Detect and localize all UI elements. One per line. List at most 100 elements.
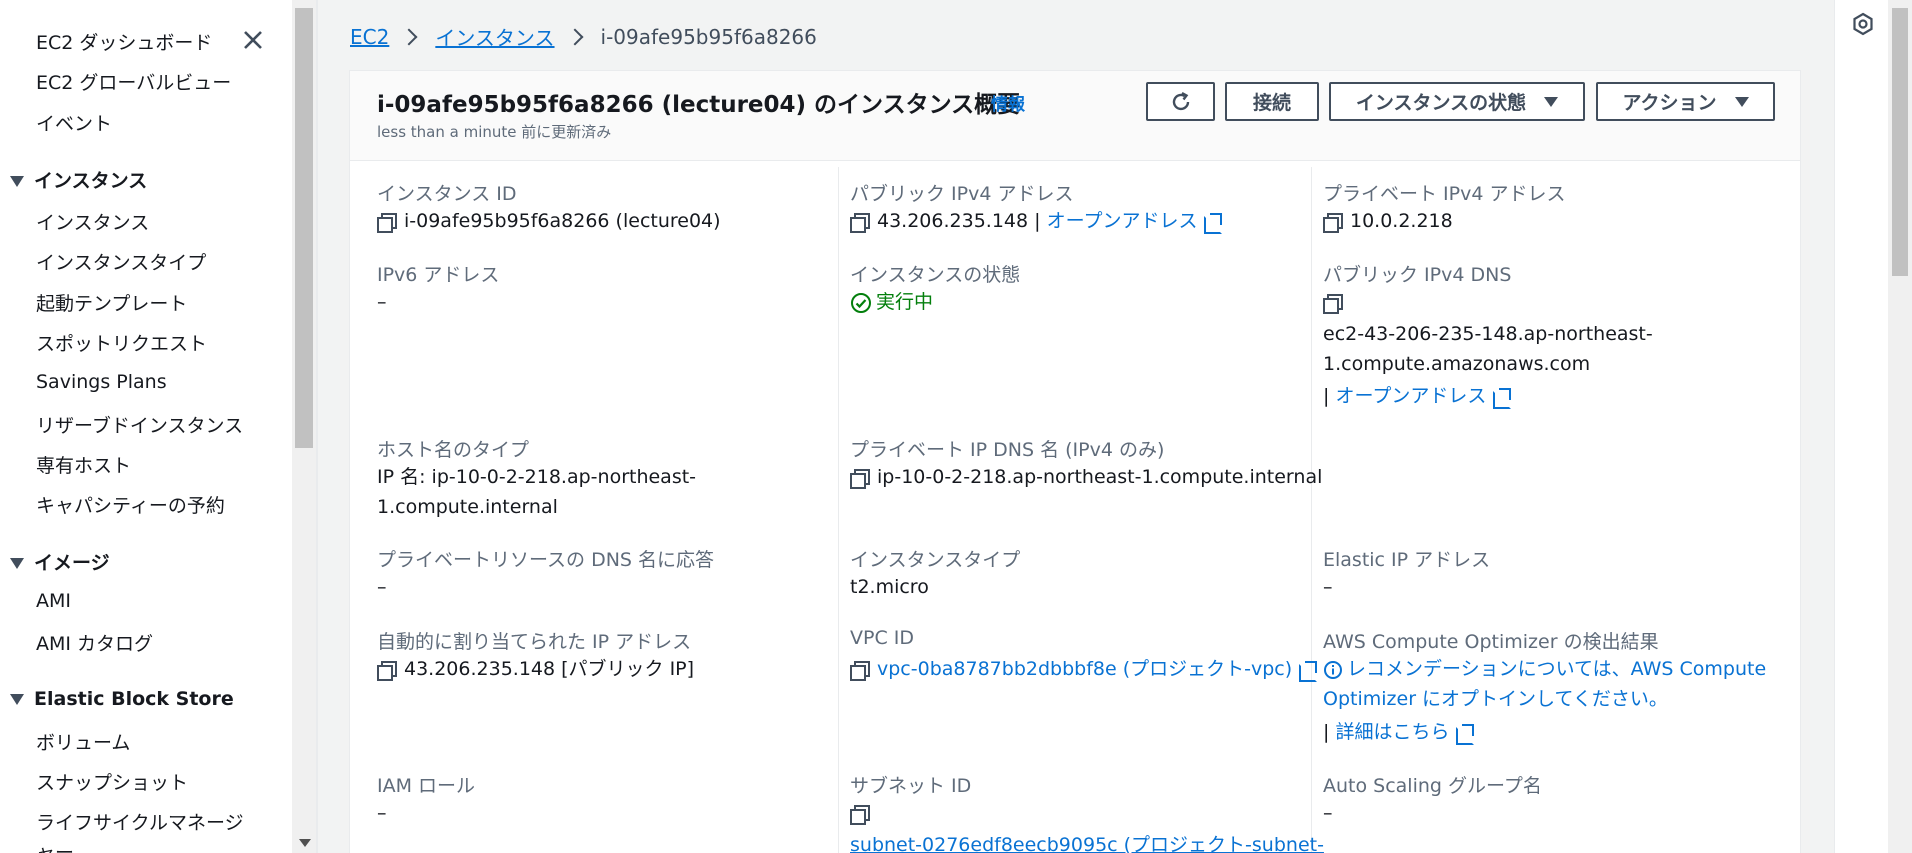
refresh-icon	[1172, 91, 1189, 110]
external-link-icon[interactable]	[1298, 660, 1318, 682]
instance-type-label: インスタンスタイプ	[850, 549, 1021, 571]
chevron-right-icon	[400, 28, 418, 45]
actions-button[interactable]: アクション	[1596, 82, 1775, 121]
optimizer-text: レコメンデーションについては、AWS Compute	[1347, 658, 1767, 680]
hostname-type-label: ホスト名のタイプ	[377, 439, 530, 461]
settings-hex-icon[interactable]	[1851, 12, 1875, 36]
caret-down-icon	[1734, 96, 1749, 107]
nav-ec2-dashboard[interactable]: EC2 ダッシュボード	[36, 28, 212, 55]
nav-spot-requests[interactable]: スポットリクエスト	[36, 329, 207, 356]
breadcrumb-instances[interactable]: インスタンス	[435, 22, 554, 51]
instance-state-value: 実行中	[850, 287, 933, 317]
nav-ami[interactable]: AMI	[36, 590, 71, 612]
ipv6-label: IPv6 アドレス	[377, 264, 500, 286]
close-icon[interactable]	[239, 26, 267, 54]
optimizer-message-line2: Optimizer にオプトインしてください。	[1323, 688, 1668, 710]
copy-icon[interactable]	[850, 213, 870, 233]
external-link-icon[interactable]	[1455, 723, 1475, 745]
chevron-right-icon	[566, 28, 584, 45]
private-dns-label: プライベート IP DNS 名 (IPv4 のみ)	[850, 439, 1165, 461]
private-ipv4-label: プライベート IPv4 アドレス	[1323, 183, 1566, 205]
nav-capacity-reservations[interactable]: キャパシティーの予約	[36, 491, 225, 518]
vpc-id-label: VPC ID	[850, 627, 914, 649]
status-success-icon	[851, 292, 871, 313]
learn-more-link[interactable]: 詳細はこちら	[1335, 721, 1449, 743]
copy-icon[interactable]	[1323, 213, 1343, 233]
sidebar-scrollbar[interactable]	[292, 0, 316, 853]
asg-label: Auto Scaling グループ名	[1323, 775, 1542, 797]
caret-down-icon	[1544, 96, 1559, 107]
auto-ip-value: 43.206.235.148 [パブリック IP]	[377, 654, 694, 684]
private-dns-value: ip-10-0-2-218.ap-northeast-1.compute.int…	[850, 462, 1322, 492]
nav-events[interactable]: イベント	[36, 109, 112, 136]
nav-section-images[interactable]: イメージ	[10, 548, 110, 575]
page-scrollbar-thumb[interactable]	[1892, 8, 1908, 276]
instance-id-text: i-09afe95b95f6a8266 (lecture04)	[404, 210, 721, 232]
hostname-type-value-line2: 1.compute.internal	[377, 496, 558, 518]
open-address-link[interactable]: オープンアドレス	[1047, 210, 1198, 232]
copy-icon[interactable]	[1323, 294, 1343, 314]
instance-state-label: インスタンスの状態	[850, 264, 1021, 286]
instance-summary-panel: i-09afe95b95f6a8266 (lecture04) のインスタンス概…	[349, 70, 1801, 853]
instance-state-label: インスタンスの状態	[1355, 92, 1527, 114]
nav-launch-templates[interactable]: 起動テンプレート	[36, 289, 187, 316]
iam-role-value: –	[377, 802, 387, 824]
public-dns-value-line1: ec2-43-206-235-148.ap-northeast-	[1323, 323, 1653, 345]
private-dns-text: ip-10-0-2-218.ap-northeast-1.compute.int…	[877, 466, 1323, 488]
instance-state-button[interactable]: インスタンスの状態	[1329, 82, 1585, 121]
sidebar-scrollbar-thumb[interactable]	[295, 8, 313, 448]
public-dns-copy	[1323, 287, 1350, 317]
instance-id-value: i-09afe95b95f6a8266 (lecture04)	[377, 206, 721, 236]
private-ipv4-text: 10.0.2.218	[1350, 210, 1453, 232]
page-scrollbar[interactable]	[1888, 0, 1912, 853]
optimizer-message-line1: レコメンデーションについては、AWS Compute	[1323, 654, 1766, 684]
connect-button[interactable]: 接続	[1225, 82, 1319, 121]
external-link-icon[interactable]	[1492, 387, 1512, 409]
nav-volumes[interactable]: ボリューム	[36, 728, 130, 755]
nav-dedicated-hosts[interactable]: 専有ホスト	[36, 451, 131, 478]
last-updated-text: less than a minute 前に更新済み	[377, 123, 612, 141]
instance-state-text: 実行中	[876, 291, 934, 313]
copy-icon[interactable]	[850, 469, 870, 489]
info-link[interactable]: 情報	[991, 90, 1025, 115]
copy-icon[interactable]	[377, 213, 397, 233]
column-divider	[1311, 167, 1312, 853]
scroll-down-arrow-icon[interactable]	[299, 839, 311, 847]
vpc-id-link[interactable]: vpc-0ba8787bb2dbbbf8e (プロジェクト-vpc)	[877, 658, 1292, 680]
nav-section-ebs[interactable]: Elastic Block Store	[10, 688, 234, 710]
caret-down-icon	[10, 176, 24, 187]
nav-reserved-instances[interactable]: リザーブドインスタンス	[36, 411, 243, 438]
nav-instance-types[interactable]: インスタンスタイプ	[36, 248, 206, 275]
subnet-id-link[interactable]: subnet-0276edf8eecb9095c (プロジェクト-subnet-	[850, 830, 1324, 853]
elastic-ip-label: Elastic IP アドレス	[1323, 549, 1491, 571]
sidebar-divider	[316, 0, 318, 853]
open-address-link[interactable]: オープンアドレス	[1335, 385, 1486, 407]
copy-icon[interactable]	[850, 805, 870, 825]
auto-ip-label: 自動的に割り当てられた IP アドレス	[377, 631, 692, 653]
nav-lifecycle-manager[interactable]: ライフサイクルマネージャー	[36, 808, 256, 853]
nav-ami-catalog[interactable]: AMI カタログ	[36, 629, 153, 656]
ipv6-value: –	[377, 291, 387, 313]
actions-label: アクション	[1622, 92, 1717, 114]
copy-icon[interactable]	[377, 661, 397, 681]
nav-snapshots[interactable]: スナップショット	[36, 768, 188, 795]
external-link-icon[interactable]	[1203, 212, 1223, 234]
elastic-ip-value: –	[1323, 576, 1333, 598]
vpc-id-value: vpc-0ba8787bb2dbbbf8e (プロジェクト-vpc)	[850, 654, 1318, 684]
nav-section-label: Elastic Block Store	[34, 688, 234, 710]
public-ipv4-text: 43.206.235.148	[877, 210, 1029, 232]
copy-icon[interactable]	[850, 661, 870, 681]
nav-section-label: インスタンス	[34, 170, 148, 192]
auto-ip-text: 43.206.235.148 [パブリック IP]	[404, 658, 695, 680]
nav-instances[interactable]: インスタンス	[36, 208, 149, 235]
optimizer-learn-more-row: | 詳細はこちら	[1323, 717, 1475, 747]
right-tools-rail	[1834, 0, 1888, 853]
nav-section-instances[interactable]: インスタンス	[10, 166, 147, 193]
private-resource-dns-label: プライベートリソースの DNS 名に応答	[377, 549, 715, 571]
public-ipv4-value: 43.206.235.148 | オープンアドレス	[850, 206, 1223, 236]
breadcrumb-ec2[interactable]: EC2	[350, 25, 389, 49]
breadcrumb: EC2 インスタンス i-09afe95b95f6a8266	[350, 22, 817, 51]
nav-savings-plans[interactable]: Savings Plans	[36, 371, 167, 393]
nav-ec2-global-view[interactable]: EC2 グローバルビュー	[36, 68, 231, 95]
refresh-button[interactable]	[1146, 82, 1215, 121]
